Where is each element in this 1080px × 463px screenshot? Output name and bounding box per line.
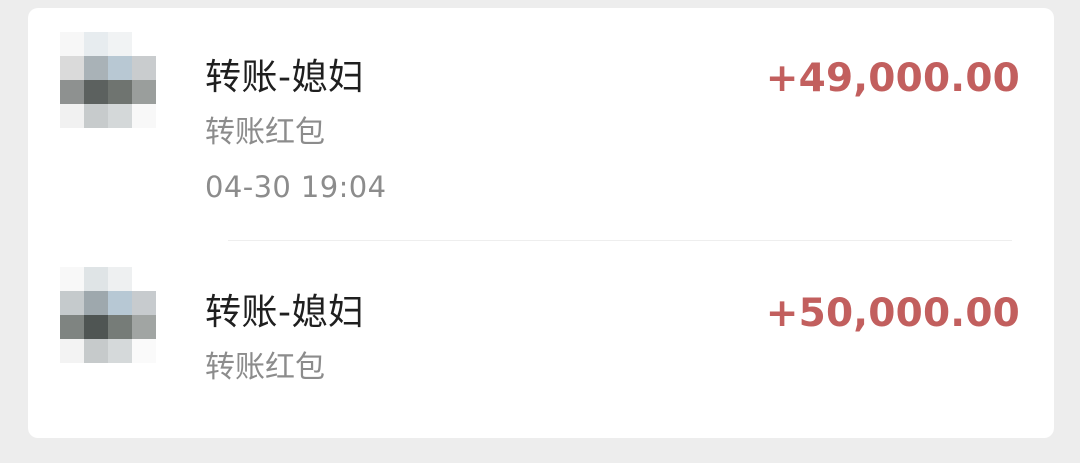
transaction-title: 转账-媳妇 [205,292,365,333]
transaction-amount: +49,000.00 [765,56,1020,101]
transaction-datetime: 04-30 19:04 [205,170,387,204]
transaction-list-card: 转账-媳妇 转账红包 04-30 19:04 +49,000.00 转账-媳妇 … [28,8,1054,438]
transaction-item[interactable]: 转账-媳妇 转账红包 +50,000.00 [28,243,1054,463]
transaction-item[interactable]: 转账-媳妇 转账红包 04-30 19:04 +49,000.00 [28,8,1054,241]
transaction-type: 转账红包 [205,115,325,150]
divider [228,240,1012,241]
transaction-amount: +50,000.00 [765,291,1020,336]
blurred-avatar-icon [60,32,156,128]
transaction-type: 转账红包 [205,350,325,385]
blurred-avatar-icon [60,267,156,363]
transaction-title: 转账-媳妇 [205,57,365,98]
